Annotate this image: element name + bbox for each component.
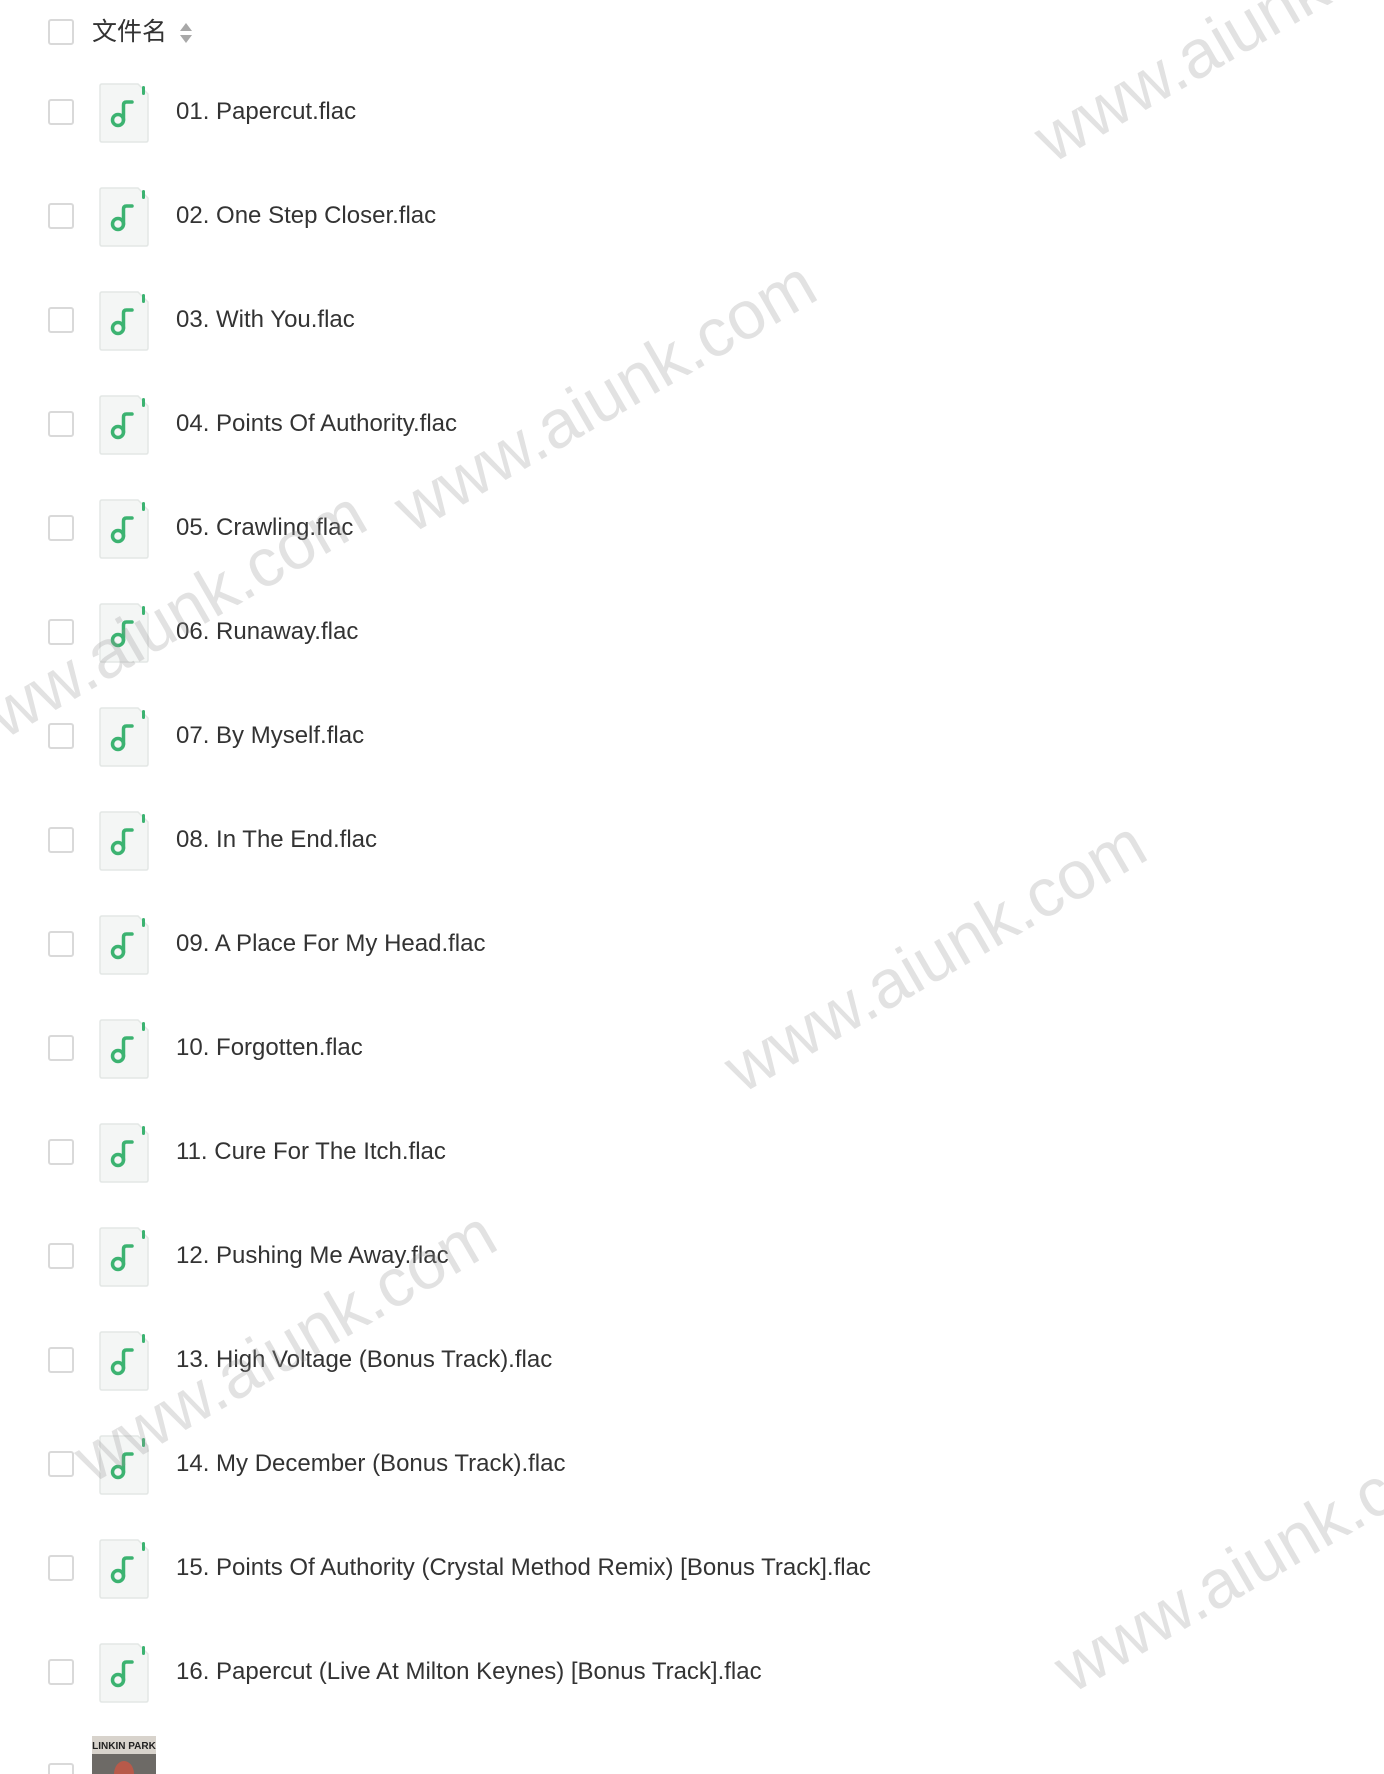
file-row[interactable]: 14. My December (Bonus Track).flac [0, 1412, 1384, 1516]
file-row[interactable]: 02. One Step Closer.flac [0, 164, 1384, 268]
file-name[interactable]: 08. In The End.flac [176, 825, 377, 855]
row-checkbox[interactable] [48, 1139, 74, 1165]
row-checkbox[interactable] [48, 1035, 74, 1061]
row-checkbox[interactable] [48, 1763, 74, 1774]
file-row[interactable]: 08. In The End.flac [0, 788, 1384, 892]
file-name[interactable]: 02. One Step Closer.flac [176, 201, 436, 231]
music-file-icon [98, 394, 150, 456]
thumbnail-title: LINKIN PARK [92, 1741, 156, 1752]
file-name[interactable]: 03. With You.flac [176, 305, 355, 335]
file-row[interactable]: 13. High Voltage (Bonus Track).flac [0, 1308, 1384, 1412]
music-file-icon [98, 602, 150, 664]
file-row[interactable]: 03. With You.flac [0, 268, 1384, 372]
file-name[interactable]: 05. Crawling.flac [176, 513, 353, 543]
file-list-header: 文件名 [0, 0, 1384, 64]
file-name[interactable]: 09. A Place For My Head.flac [176, 929, 485, 959]
file-row[interactable]: 04. Points Of Authority.flac [0, 372, 1384, 476]
row-checkbox[interactable] [48, 1347, 74, 1373]
file-row[interactable]: 15. Points Of Authority (Crystal Method … [0, 1516, 1384, 1620]
file-name[interactable]: 15. Points Of Authority (Crystal Method … [176, 1553, 871, 1583]
file-row[interactable]: 11. Cure For The Itch.flac [0, 1100, 1384, 1204]
select-all-checkbox[interactable] [48, 19, 74, 45]
row-checkbox[interactable] [48, 723, 74, 749]
file-row[interactable]: 12. Pushing Me Away.flac [0, 1204, 1384, 1308]
file-name[interactable]: 06. Runaway.flac [176, 617, 358, 647]
music-file-icon [98, 1642, 150, 1704]
music-file-icon [98, 1018, 150, 1080]
row-checkbox[interactable] [48, 411, 74, 437]
file-name[interactable]: 12. Pushing Me Away.flac [176, 1241, 449, 1271]
music-file-icon [98, 82, 150, 144]
file-name[interactable]: 01. Papercut.flac [176, 97, 356, 127]
file-name[interactable]: 04. Points Of Authority.flac [176, 409, 457, 439]
music-file-icon [98, 1434, 150, 1496]
file-row[interactable]: 01. Papercut.flac [0, 60, 1384, 164]
row-checkbox[interactable] [48, 1555, 74, 1581]
row-checkbox[interactable] [48, 827, 74, 853]
file-list-page: 文件名 01. Papercut.flac 02. One Step Closer… [0, 0, 1384, 1774]
sort-icon[interactable] [178, 20, 194, 46]
music-file-icon [98, 498, 150, 560]
row-checkbox[interactable] [48, 203, 74, 229]
file-row[interactable]: 07. By Myself.flac [0, 684, 1384, 788]
music-file-icon [98, 914, 150, 976]
row-checkbox[interactable] [48, 931, 74, 957]
row-checkbox[interactable] [48, 619, 74, 645]
file-name[interactable]: 13. High Voltage (Bonus Track).flac [176, 1345, 552, 1375]
row-checkbox[interactable] [48, 1243, 74, 1269]
file-row[interactable]: 09. A Place For My Head.flac [0, 892, 1384, 996]
file-row[interactable]: LINKIN PARKfront.jpg [0, 1724, 1384, 1774]
file-row[interactable]: 05. Crawling.flac [0, 476, 1384, 580]
file-name[interactable]: 07. By Myself.flac [176, 721, 364, 751]
music-file-icon [98, 1226, 150, 1288]
music-file-icon [98, 1122, 150, 1184]
row-checkbox[interactable] [48, 99, 74, 125]
music-file-icon [98, 290, 150, 352]
image-thumbnail: LINKIN PARK [92, 1736, 156, 1774]
file-row[interactable]: 16. Papercut (Live At Milton Keynes) [Bo… [0, 1620, 1384, 1724]
music-file-icon [98, 186, 150, 248]
file-name[interactable]: 14. My December (Bonus Track).flac [176, 1449, 565, 1479]
music-file-icon [98, 1330, 150, 1392]
column-header-filename[interactable]: 文件名 [92, 16, 167, 48]
row-checkbox[interactable] [48, 1451, 74, 1477]
music-file-icon [98, 1538, 150, 1600]
music-file-icon [98, 810, 150, 872]
file-name[interactable]: 16. Papercut (Live At Milton Keynes) [Bo… [176, 1657, 762, 1687]
row-checkbox[interactable] [48, 1659, 74, 1685]
file-row[interactable]: 10. Forgotten.flac [0, 996, 1384, 1100]
music-file-icon [98, 706, 150, 768]
file-row[interactable]: 06. Runaway.flac [0, 580, 1384, 684]
file-name[interactable]: 10. Forgotten.flac [176, 1033, 363, 1063]
row-checkbox[interactable] [48, 307, 74, 333]
file-name[interactable]: 11. Cure For The Itch.flac [176, 1137, 446, 1167]
row-checkbox[interactable] [48, 515, 74, 541]
